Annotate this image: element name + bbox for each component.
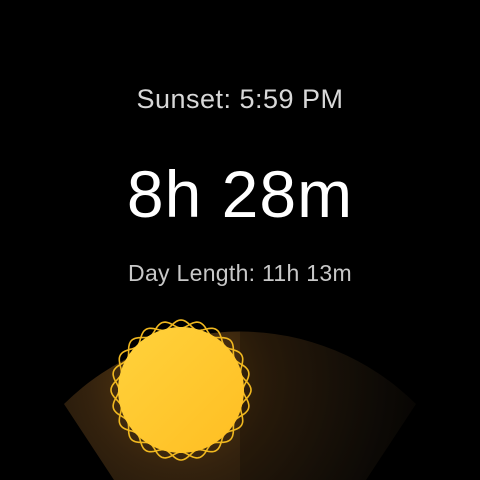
time-remaining-value: 8h 28m — [126, 157, 354, 231]
daylight-arc — [64, 318, 416, 480]
day-length-label: Day Length: 11h 13m — [128, 260, 352, 286]
sun-icon — [110, 319, 252, 461]
daylight-track-shade — [240, 318, 416, 480]
sunset-time-label: Sunset: 5:59 PM — [136, 84, 344, 114]
watch-face: Sunset: 5:59 PM 8h 28m Day Length: 11h 1… — [0, 0, 480, 480]
